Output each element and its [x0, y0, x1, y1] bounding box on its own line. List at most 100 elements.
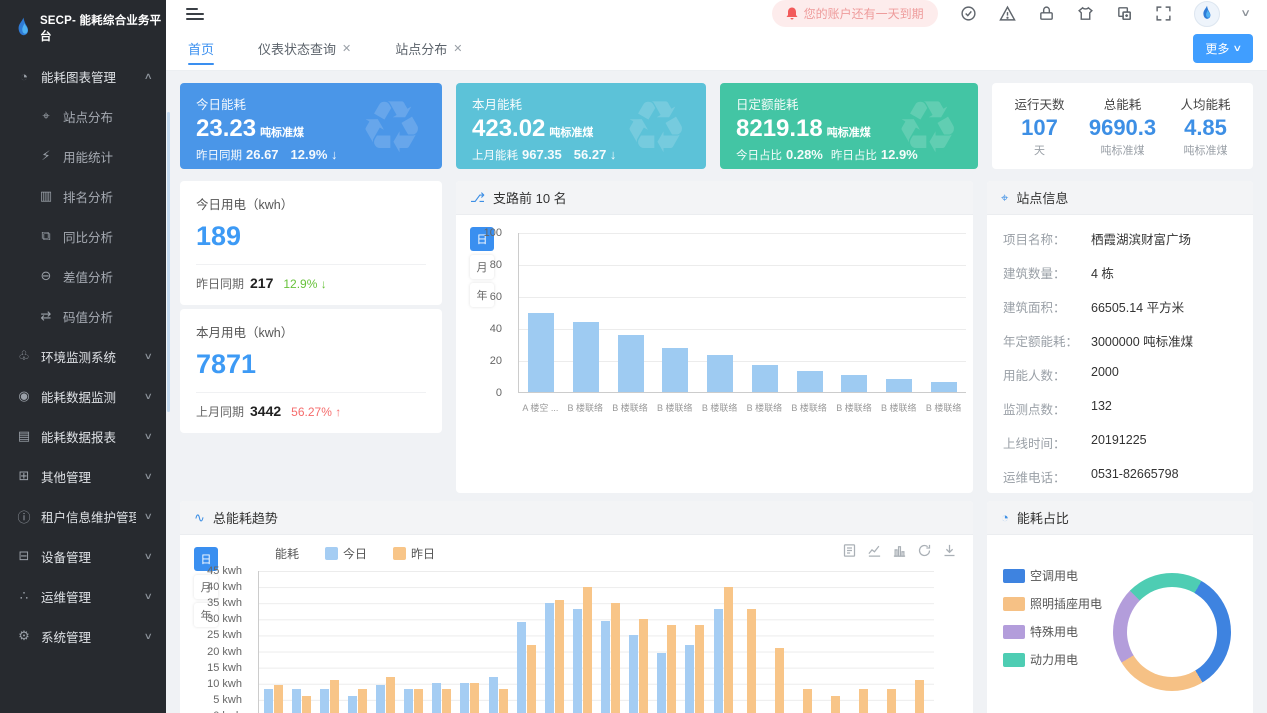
tab-站点分布[interactable]: 站点分布 ✕ [395, 27, 462, 71]
account-expiry-notice[interactable]: 您的账户还有一天到期 [772, 0, 938, 27]
sidebar-subitem[interactable]: ⚡ 用能统计 [0, 136, 166, 176]
theme-skin-icon[interactable] [1077, 5, 1094, 22]
sidebar-item[interactable]: ⓘ 租户信息维护管理 ∨ [0, 496, 166, 536]
tabs-bar: 首页 仪表状态查询 ✕ 站点分布 ✕ 更多 ∨ [166, 27, 1267, 71]
collapse-menu-icon[interactable] [186, 5, 204, 23]
download-icon[interactable] [942, 543, 957, 558]
panel-title: 支路前 10 名 [493, 188, 567, 207]
app-title: SECP- 能耗综合业务平台 [40, 12, 166, 44]
bars-icon: ▥ [38, 188, 54, 204]
line-chart-icon[interactable] [867, 543, 882, 558]
close-tab-icon[interactable]: ✕ [453, 42, 462, 55]
bar-group [737, 571, 765, 713]
bar-group [625, 571, 653, 713]
panel-title: 今日用电（kwh） [196, 194, 426, 213]
site-info-row: 项目名称： 栖霞湖滨财富广场 [1003, 221, 1237, 255]
check-circle-icon[interactable] [960, 5, 977, 22]
warning-icon[interactable] [999, 5, 1016, 22]
bar-yesterday [887, 689, 896, 713]
summary-stat: 运行天数 107 天 [998, 94, 1081, 158]
panel-title: 能耗占比 [1017, 508, 1069, 527]
site-info-row: 运维电话： 0531-82665798 [1003, 459, 1237, 493]
chevron-down-icon: ∨ [1233, 43, 1243, 54]
tab-首页[interactable]: 首页 [188, 27, 214, 71]
copy-docs-icon[interactable] [1116, 5, 1133, 22]
sidebar-item[interactable]: ♧ 环境监测系统 ∨ [0, 336, 166, 376]
bar-yesterday [470, 683, 479, 713]
legend-item-昨日[interactable]: 昨日 [393, 545, 435, 562]
data-view-icon[interactable] [842, 543, 857, 558]
bar-today [545, 603, 554, 713]
chevron-icon: ∨ [144, 591, 153, 602]
cubes-icon: ∴ [16, 588, 32, 604]
panel-title: 站点信息 [1016, 188, 1068, 207]
avatar[interactable] [1194, 1, 1220, 27]
scrollbar-thumb[interactable] [167, 112, 170, 412]
legend-item-动力用电[interactable]: 动力用电 [1003, 651, 1102, 668]
sidebar-item[interactable]: ⊟ 设备管理 ∨ [0, 536, 166, 576]
sidebar-item[interactable]: ⊞ 其他管理 ∨ [0, 456, 166, 496]
bar-yesterday [831, 696, 840, 713]
bar-today [460, 683, 469, 713]
bar-group [568, 571, 596, 713]
sidebar-subitem[interactable]: ⌖ 站点分布 [0, 96, 166, 136]
sidebar-nav: ◔ 能耗图表管理 ∧ ⌖ 站点分布 ⚡ 用能统计 ▥ 排名分析 ⧉ 同比分析 ⊖… [0, 56, 166, 656]
sidebar: SECP- 能耗综合业务平台 ◔ 能耗图表管理 ∧ ⌖ 站点分布 ⚡ 用能统计 … [0, 0, 166, 713]
bar [841, 375, 867, 392]
branch-icon: ⎇ [470, 190, 485, 206]
bar-yesterday [724, 587, 733, 713]
legend-item-特殊用电[interactable]: 特殊用电 [1003, 623, 1102, 640]
sidebar-item[interactable]: ◔ 能耗图表管理 ∧ [0, 56, 166, 96]
bar-yesterday [859, 689, 868, 713]
bar-group [287, 571, 315, 713]
bar-yesterday [358, 689, 367, 713]
sidebar-subitem[interactable]: ⇄ 码值分析 [0, 296, 166, 336]
sidebar-subitem[interactable]: ▥ 排名分析 [0, 176, 166, 216]
legend-item-照明插座用电[interactable]: 照明插座用电 [1003, 595, 1102, 612]
user-menu-chevron-icon[interactable]: ∨ [1240, 8, 1251, 19]
bar-group [456, 571, 484, 713]
energy-ratio-panel: ◔能耗占比 空调用电 照明插座用电 特殊用电 动力用电 [987, 501, 1253, 713]
bar-today [432, 683, 441, 713]
bar-yesterday [803, 689, 812, 713]
minus-icon: ⊖ [38, 268, 54, 284]
bar-group [400, 571, 428, 713]
close-tab-icon[interactable]: ✕ [342, 42, 351, 55]
today-electric-value: 189 [196, 221, 426, 252]
sidebar-subitem[interactable]: ⊖ 差值分析 [0, 256, 166, 296]
bar-today [292, 689, 301, 713]
sidebar-subitem[interactable]: ⧉ 同比分析 [0, 216, 166, 256]
bar-yesterday [639, 619, 648, 713]
bar-group [540, 571, 568, 713]
report-icon: ▤ [16, 428, 32, 444]
lock-icon[interactable] [1038, 5, 1055, 22]
bar-chart-icon[interactable] [892, 543, 907, 558]
refresh-icon[interactable] [917, 543, 932, 558]
bar [797, 371, 823, 392]
legend-item-空调用电[interactable]: 空调用电 [1003, 567, 1102, 584]
bar-today [601, 621, 610, 713]
bar-today [376, 685, 385, 713]
bar-group [343, 571, 371, 713]
chevron-icon: ∨ [144, 631, 153, 642]
bar-yesterday [274, 685, 283, 713]
legend-item-今日[interactable]: 今日 [325, 545, 367, 562]
sidebar-item[interactable]: ∴ 运维管理 ∨ [0, 576, 166, 616]
sidebar-item[interactable]: ▤ 能耗数据报表 ∨ [0, 416, 166, 456]
monitor-icon: ◉ [16, 388, 32, 404]
panel-title: 本月用电（kwh） [196, 322, 426, 341]
bar-yesterday [555, 600, 564, 713]
bar-yesterday [527, 645, 536, 713]
tab-仪表状态查询[interactable]: 仪表状态查询 ✕ [258, 27, 351, 71]
site-info-row: 年定额能耗： 3000000 吨标准煤 [1003, 323, 1237, 357]
fullscreen-icon[interactable] [1155, 5, 1172, 22]
bar-today [573, 609, 582, 713]
bar-group [765, 571, 793, 713]
site-info-row: 用能人数： 2000 [1003, 357, 1237, 391]
today-electric-panel: 今日用电（kwh） 189 昨日同期21712.9% ↓ [180, 181, 442, 305]
more-button[interactable]: 更多 ∨ [1193, 34, 1253, 63]
month-electric-panel: 本月用电（kwh） 7871 上月同期344256.27% ↑ [180, 309, 442, 433]
donut-legend: 空调用电 照明插座用电 特殊用电 动力用电 [1003, 567, 1102, 668]
sidebar-item[interactable]: ⚙ 系统管理 ∨ [0, 616, 166, 656]
sidebar-item[interactable]: ◉ 能耗数据监测 ∨ [0, 376, 166, 416]
